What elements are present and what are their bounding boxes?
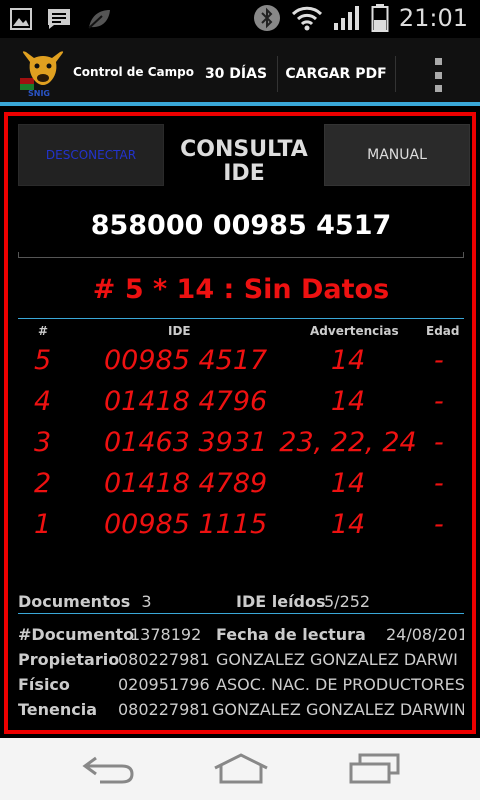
documentos-value: 3	[141, 592, 152, 611]
bluetooth-icon	[253, 5, 280, 31]
row-edad: -	[434, 468, 444, 499]
overflow-menu-icon[interactable]	[428, 58, 448, 92]
summary-divider	[18, 613, 464, 614]
table-row[interactable]: 3 01463 3931 23, 22, 24 -	[18, 424, 464, 464]
fecha-label: Fecha de lectura	[216, 625, 366, 644]
message-icon	[48, 9, 70, 29]
propietario-label: Propietario	[18, 650, 120, 669]
detail-documento: #Documento 1378192 Fecha de lectura 24/0…	[18, 625, 464, 649]
tenencia-name: GONZALEZ GONZALEZ DARWIN	[212, 700, 464, 719]
row-advertencias: 23, 22, 24	[279, 427, 417, 458]
ide-leidos-value: 5/252	[324, 592, 371, 611]
row-num: 1	[34, 509, 52, 540]
tenencia-id: 080227981	[118, 700, 210, 719]
row-ide: 01418 4789	[104, 468, 268, 499]
propietario-id: 080227981	[118, 650, 210, 669]
row-ide: 01463 3931	[104, 427, 268, 458]
system-icons: 21:01	[253, 4, 468, 32]
fisico-name: ASOC. NAC. DE PRODUCTORES	[216, 675, 464, 694]
documentos-label: Documentos	[18, 592, 131, 611]
detail-tenencia: Tenencia 080227981 GONZALEZ GONZALEZ DAR…	[18, 700, 464, 724]
column-header-ide: IDE	[168, 324, 191, 338]
column-header-edad: Edad	[426, 324, 460, 338]
desconectar-button[interactable]: DESCONECTAR	[18, 124, 164, 186]
title-line-2: IDE	[223, 161, 265, 186]
cargar-pdf-button[interactable]: CARGAR PDF	[280, 56, 392, 92]
action-bar: SNIG Control de Campo 30 DÍAS CARGAR PDF	[0, 38, 480, 106]
ide-display[interactable]: 858000 00985 4517	[18, 210, 464, 241]
row-ide: 00985 1115	[104, 509, 268, 540]
row-ide: 01418 4796	[104, 386, 268, 417]
action-bar-separator	[395, 56, 396, 92]
ide-input-underline	[18, 252, 464, 258]
table-row[interactable]: 2 01418 4789 14 -	[18, 465, 464, 505]
row-advertencias: 14	[330, 509, 366, 540]
row-edad: -	[434, 386, 444, 417]
svg-text:SNIG: SNIG	[28, 89, 50, 98]
row-edad: -	[434, 509, 444, 540]
notification-icons	[10, 7, 112, 31]
page-title: CONSULTA IDE	[170, 138, 318, 186]
row-num: 4	[34, 386, 52, 417]
gallery-icon	[10, 8, 32, 30]
wifi-icon	[291, 6, 322, 31]
row-advertencias: 14	[330, 345, 366, 376]
summary-bar: Documentos 3 IDE leídos 5/252	[18, 592, 464, 611]
navigation-bar	[0, 738, 480, 800]
leaf-icon	[88, 10, 110, 29]
table-header: # IDE Advertencias Edad	[18, 318, 464, 340]
row-advertencias: 14	[330, 468, 366, 499]
clock: 21:01	[398, 4, 468, 32]
back-icon[interactable]	[82, 752, 136, 786]
consulta-panel: DESCONECTAR CONSULTA IDE MANUAL 858000 0…	[4, 112, 476, 734]
tenencia-label: Tenencia	[18, 700, 98, 719]
manual-button[interactable]: MANUAL	[324, 124, 470, 186]
documento-value: 1378192	[130, 625, 202, 644]
column-header-num: #	[38, 324, 49, 338]
battery-icon	[371, 4, 389, 32]
ide-leidos-label: IDE leídos	[236, 592, 326, 611]
table-row[interactable]: 5 00985 4517 14 -	[18, 342, 464, 382]
signal-icon	[333, 6, 359, 30]
title-line-1: CONSULTA	[180, 137, 308, 162]
app-title: Control de Campo	[73, 65, 194, 79]
detail-propietario: Propietario 080227981 GONZALEZ GONZALEZ …	[18, 650, 464, 674]
row-ide: 00985 4517	[104, 345, 268, 376]
table-row[interactable]: 1 00985 1115 14 -	[18, 506, 464, 546]
row-edad: -	[434, 345, 444, 376]
propietario-name: GONZALEZ GONZALEZ DARWI	[216, 650, 458, 669]
row-num: 2	[34, 468, 52, 499]
row-num: 5	[34, 345, 52, 376]
30-dias-button[interactable]: 30 DÍAS	[196, 56, 276, 92]
row-advertencias: 14	[330, 386, 366, 417]
home-icon[interactable]	[212, 752, 270, 786]
row-num: 3	[34, 427, 52, 458]
row-edad: -	[434, 427, 444, 458]
status-bar: 21:01	[0, 0, 480, 38]
table-row[interactable]: 4 01418 4796 14 -	[18, 383, 464, 423]
column-header-advertencias: Advertencias	[310, 324, 399, 338]
fisico-id: 020951796	[118, 675, 210, 694]
documento-label: #Documento	[18, 625, 135, 644]
detail-fisico: Físico 020951796 ASOC. NAC. DE PRODUCTOR…	[18, 675, 464, 699]
app-logo-icon: SNIG	[20, 51, 64, 98]
recent-apps-icon[interactable]	[348, 752, 402, 786]
fecha-value: 24/08/2013	[386, 625, 464, 644]
action-bar-separator	[277, 56, 278, 92]
status-message: # 5 * 14 : Sin Datos	[92, 274, 390, 305]
fisico-label: Físico	[18, 675, 70, 694]
